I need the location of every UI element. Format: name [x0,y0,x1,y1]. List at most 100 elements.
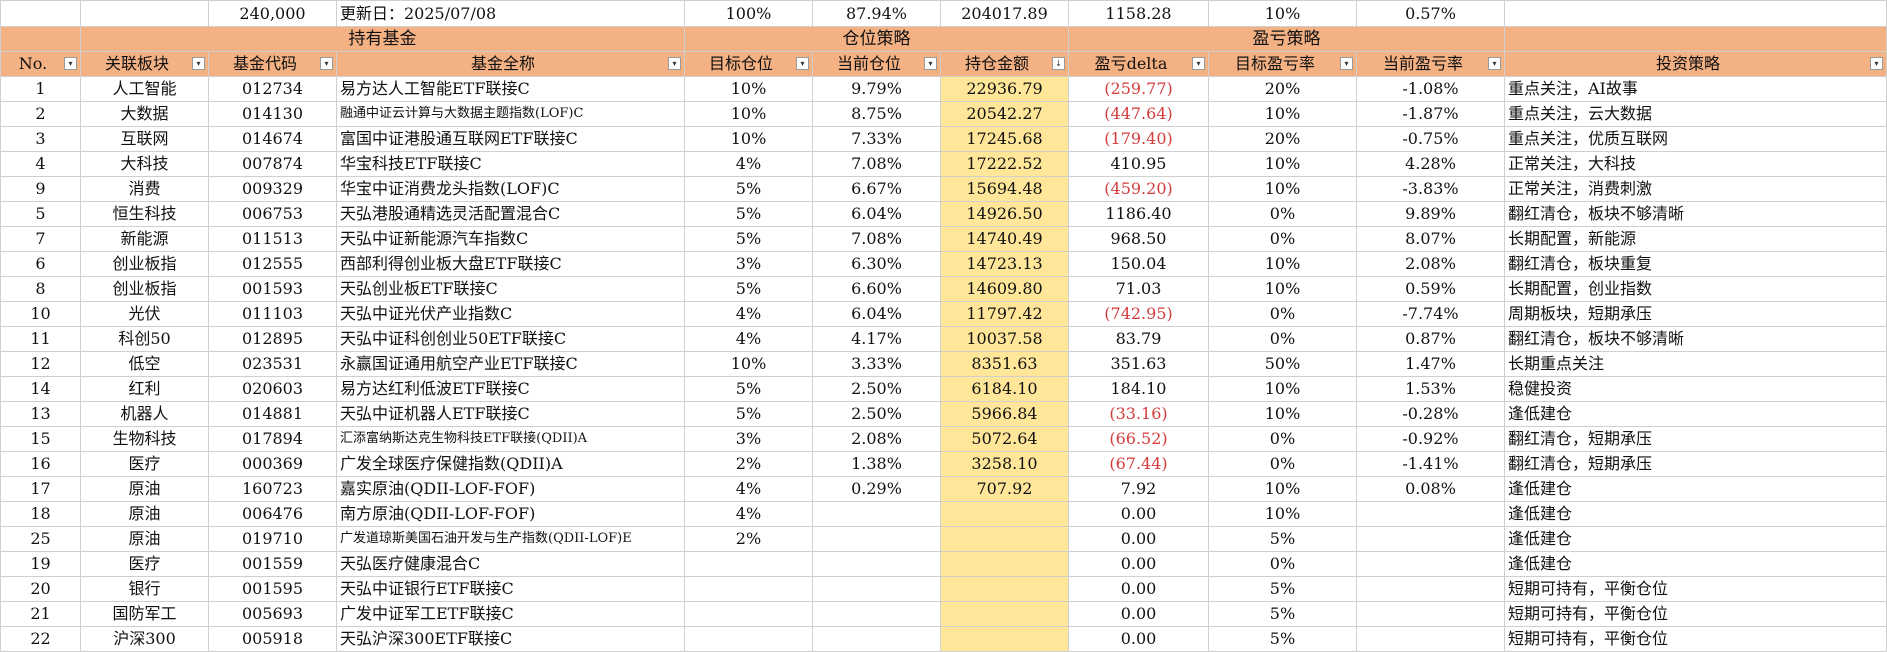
cell-sector[interactable]: 科创50 [80,326,209,352]
cell-sector[interactable]: 医疗 [80,551,209,577]
cell-no[interactable]: 7 [0,226,81,252]
cell-fund-name[interactable]: 西部利得创业板大盘ETF联接C [336,251,685,277]
cell-current-rate[interactable]: 2.08% [1356,251,1505,277]
cell-fund-name[interactable]: 广发道琼斯美国石油开发与生产指数(QDII-LOF)E [336,526,685,552]
cell-sector[interactable]: 大数据 [80,101,209,127]
cell-no[interactable]: 20 [0,576,81,602]
cell-fund-name[interactable]: 永赢国证通用航空产业ETF联接C [336,351,685,377]
cell-sector[interactable]: 新能源 [80,226,209,252]
cell-delta[interactable]: 0.00 [1068,501,1209,527]
cell-delta[interactable]: 83.79 [1068,326,1209,352]
cell-current-rate[interactable]: 9.89% [1356,201,1505,227]
cell-target-position[interactable] [684,626,813,652]
cell-strategy[interactable]: 长期配置，创业指数 [1504,276,1887,302]
cell-strategy[interactable]: 长期配置，新能源 [1504,226,1887,252]
cell-code[interactable]: 014674 [208,126,337,152]
cell-current-position[interactable] [812,501,941,527]
cell-code[interactable]: 014130 [208,101,337,127]
cell-amount[interactable]: 20542.27 [940,101,1069,127]
cell-target-rate[interactable]: 10% [1208,151,1357,177]
cell-sector[interactable]: 恒生科技 [80,201,209,227]
cell-amount[interactable]: 5072.64 [940,426,1069,452]
cell-current-rate[interactable]: -1.08% [1356,76,1505,102]
summary-strategy-cell[interactable] [1504,0,1887,27]
cell-current-position[interactable] [812,526,941,552]
cell-delta[interactable]: (66.52) [1068,426,1209,452]
cell-current-rate[interactable]: 0.08% [1356,476,1505,502]
cell-sector[interactable]: 大科技 [80,151,209,177]
header-target-position[interactable]: 目标仓位 ▾ [684,51,813,77]
cell-code[interactable]: 019710 [208,526,337,552]
cell-target-position[interactable]: 5% [684,276,813,302]
cell-no[interactable]: 9 [0,176,81,202]
cell-no[interactable]: 3 [0,126,81,152]
cell-current-position[interactable]: 8.75% [812,101,941,127]
cell-current-rate[interactable]: 0.59% [1356,276,1505,302]
cell-delta[interactable]: (447.64) [1068,101,1209,127]
cell-no[interactable]: 8 [0,276,81,302]
header-name[interactable]: 基金全称 ▾ [336,51,685,77]
cell-no[interactable]: 12 [0,351,81,377]
cell-target-position[interactable]: 2% [684,451,813,477]
cell-target-position[interactable]: 10% [684,126,813,152]
cell-delta[interactable]: 0.00 [1068,626,1209,652]
cell-target-position[interactable]: 4% [684,501,813,527]
cell-delta[interactable]: (259.77) [1068,76,1209,102]
cell-strategy[interactable]: 翻红清仓，板块重复 [1504,251,1887,277]
cell-code[interactable]: 001595 [208,576,337,602]
cell-current-rate[interactable] [1356,626,1505,652]
cell-fund-name[interactable]: 天弘港股通精选灵活配置混合C [336,201,685,227]
cell-strategy[interactable]: 逢低建仓 [1504,476,1887,502]
cell-amount[interactable] [940,501,1069,527]
cell-strategy[interactable]: 逢低建仓 [1504,526,1887,552]
cell-delta[interactable]: (459.20) [1068,176,1209,202]
group-empty-cell[interactable] [1504,26,1887,52]
cell-code[interactable]: 011513 [208,226,337,252]
cell-code[interactable]: 009329 [208,176,337,202]
filter-dropdown-icon[interactable]: ▾ [320,57,333,70]
cell-strategy[interactable]: 重点关注，AI故事 [1504,76,1887,102]
summary-delta-total[interactable]: 1158.28 [1068,0,1209,27]
cell-sector[interactable]: 机器人 [80,401,209,427]
cell-delta[interactable]: 968.50 [1068,226,1209,252]
summary-no-cell[interactable] [0,0,81,27]
cell-no[interactable]: 11 [0,326,81,352]
cell-no[interactable]: 18 [0,501,81,527]
cell-delta[interactable]: 0.00 [1068,551,1209,577]
cell-current-position[interactable]: 7.08% [812,151,941,177]
cell-strategy[interactable]: 稳健投资 [1504,376,1887,402]
cell-current-rate[interactable]: -7.74% [1356,301,1505,327]
cell-sector[interactable]: 互联网 [80,126,209,152]
group-position-strategy[interactable]: 仓位策略 [684,26,1069,52]
cell-no[interactable]: 21 [0,601,81,627]
cell-delta[interactable]: (67.44) [1068,451,1209,477]
cell-target-rate[interactable]: 20% [1208,76,1357,102]
cell-sector[interactable]: 光伏 [80,301,209,327]
cell-no[interactable]: 2 [0,101,81,127]
cell-current-rate[interactable]: 4.28% [1356,151,1505,177]
cell-strategy[interactable]: 翻红清仓，板块不够清晰 [1504,201,1887,227]
cell-no[interactable]: 19 [0,551,81,577]
cell-current-position[interactable] [812,551,941,577]
cell-sector[interactable]: 国防军工 [80,601,209,627]
filter-dropdown-icon[interactable]: ▾ [1340,57,1353,70]
cell-sector[interactable]: 红利 [80,376,209,402]
cell-target-rate[interactable]: 0% [1208,326,1357,352]
cell-current-position[interactable]: 9.79% [812,76,941,102]
cell-delta[interactable]: (742.95) [1068,301,1209,327]
cell-fund-name[interactable]: 天弘创业板ETF联接C [336,276,685,302]
cell-current-rate[interactable] [1356,601,1505,627]
cell-strategy[interactable]: 重点关注，云大数据 [1504,101,1887,127]
header-target-rate[interactable]: 目标盈亏率 ▾ [1208,51,1357,77]
cell-target-rate[interactable]: 10% [1208,376,1357,402]
filter-dropdown-icon[interactable]: ▾ [924,57,937,70]
cell-delta[interactable]: 1186.40 [1068,201,1209,227]
cell-amount[interactable] [940,626,1069,652]
cell-fund-name[interactable]: 华宝中证消费龙头指数(LOF)C [336,176,685,202]
filter-dropdown-icon[interactable]: ▾ [796,57,809,70]
cell-current-rate[interactable]: 1.47% [1356,351,1505,377]
cell-target-position[interactable]: 10% [684,351,813,377]
cell-current-rate[interactable]: -3.83% [1356,176,1505,202]
cell-amount[interactable]: 14723.13 [940,251,1069,277]
cell-sector[interactable]: 创业板指 [80,276,209,302]
